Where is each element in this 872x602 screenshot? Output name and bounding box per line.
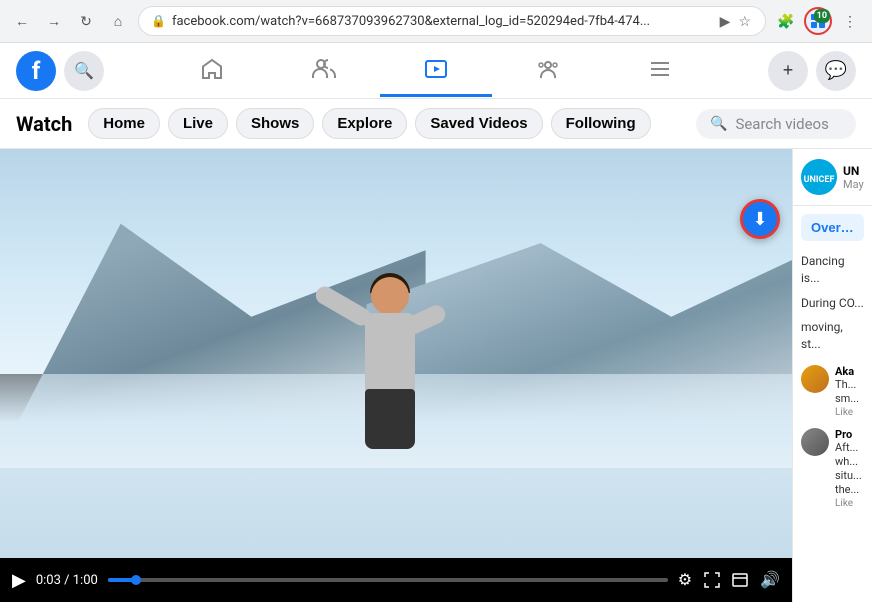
messenger-button[interactable]: 💬 xyxy=(816,51,856,91)
commenter-name-1: Aka xyxy=(835,365,864,378)
facebook-nav-right: + 💬 xyxy=(768,51,856,91)
channel-info: UN May xyxy=(843,164,864,191)
settings-button[interactable]: ⚙ xyxy=(678,570,692,590)
child-figure xyxy=(330,277,450,497)
watch-nav-icon xyxy=(424,57,448,81)
theater-icon xyxy=(732,573,748,587)
time-separator: / xyxy=(64,573,73,588)
commenter-avatar-1 xyxy=(801,365,829,393)
address-actions: ▶ ☆ xyxy=(718,11,753,32)
watch-explore-button[interactable]: Explore xyxy=(322,108,407,139)
home-nav-icon xyxy=(200,57,224,81)
facebook-navbar: f 🔍 xyxy=(0,43,872,99)
fullscreen-icon xyxy=(704,572,720,588)
comment-item-2: Pro Aft... wh... situ... the... Like xyxy=(801,428,864,509)
commenter-avatar-2 xyxy=(801,428,829,456)
comment-like-1[interactable]: Like xyxy=(835,407,864,418)
download-overlay-button[interactable]: ⬇ xyxy=(740,199,780,239)
progress-fill xyxy=(108,578,136,582)
nav-friends-button[interactable] xyxy=(268,45,380,97)
facebook-logo[interactable]: f xyxy=(16,51,56,91)
bookmark-button[interactable]: ☆ xyxy=(736,11,753,32)
watch-saved-videos-button[interactable]: Saved Videos xyxy=(415,108,542,139)
browser-extension-actions: 🧩 10 ⋮ xyxy=(772,7,864,35)
nav-groups-button[interactable] xyxy=(492,45,604,97)
current-time: 0:03 xyxy=(36,573,61,588)
unicef-logo: UNICEF xyxy=(801,159,837,195)
menu-nav-icon xyxy=(648,57,672,81)
description-text-1: Dancing is... xyxy=(793,249,872,291)
watch-search-bar[interactable]: 🔍 Search videos xyxy=(696,109,856,139)
time-display: 0:03 / 1:00 xyxy=(36,573,98,588)
pin-extension-button[interactable]: ▶ xyxy=(718,11,733,32)
watch-search-text: Search videos xyxy=(735,115,828,133)
comment-item: Aka Th... sm... Like xyxy=(801,365,864,418)
watch-search-icon: 🔍 xyxy=(710,116,727,132)
comment-content-2: Pro Aft... wh... situ... the... Like xyxy=(835,428,864,509)
channel-date: May xyxy=(843,178,864,191)
browser-nav-buttons: ← → ↻ ⌂ xyxy=(8,7,132,35)
watch-home-button[interactable]: Home xyxy=(88,108,160,139)
volume-button[interactable]: 🔊 xyxy=(760,570,780,590)
child-legs xyxy=(365,389,415,449)
browser-toolbar: ← → ↻ ⌂ 🔒 facebook.com/watch?v=668737093… xyxy=(0,0,872,42)
watch-live-button[interactable]: Live xyxy=(168,108,228,139)
back-button[interactable]: ← xyxy=(8,7,36,35)
right-sidebar: UNICEF UN May Overview Dancing is... Dur… xyxy=(792,149,872,602)
video-container[interactable]: ⬇ xyxy=(0,149,792,558)
watch-header: Watch Home Live Shows Explore Saved Vide… xyxy=(0,99,872,149)
commenter-name-2: Pro xyxy=(835,428,864,441)
comment-content-1: Aka Th... sm... Like xyxy=(835,365,864,418)
friends-nav-icon xyxy=(312,57,336,81)
description-text-3: moving, st... xyxy=(793,315,872,357)
nav-menu-button[interactable] xyxy=(604,45,716,97)
nav-watch-button[interactable] xyxy=(380,45,492,97)
refresh-button[interactable]: ↻ xyxy=(72,7,100,35)
comment-text-1: Th... sm... xyxy=(835,378,864,407)
add-button[interactable]: + xyxy=(768,51,808,91)
address-bar[interactable]: 🔒 facebook.com/watch?v=668737093962730&e… xyxy=(138,6,766,36)
main-content: ⬇ ▶ 0:03 / 1:00 ⚙ xyxy=(0,149,872,602)
overview-button[interactable]: Overview xyxy=(801,214,864,241)
download-icon: ⬇ xyxy=(752,209,767,230)
home-browser-button[interactable]: ⌂ xyxy=(104,7,132,35)
lock-icon: 🔒 xyxy=(151,14,166,28)
child-head xyxy=(371,277,409,315)
more-browser-button[interactable]: ⋮ xyxy=(836,7,864,35)
comments-section: Aka Th... sm... Like Pro Aft... wh... si… xyxy=(793,357,872,602)
comment-like-2[interactable]: Like xyxy=(835,498,864,509)
highlighted-extension-button[interactable]: 10 xyxy=(804,7,832,35)
video-area: ⬇ ▶ 0:03 / 1:00 ⚙ xyxy=(0,149,792,602)
facebook-search-button[interactable]: 🔍 xyxy=(64,51,104,91)
extension-badge-count: 10 xyxy=(814,9,830,23)
nav-home-button[interactable] xyxy=(156,45,268,97)
video-scene xyxy=(0,149,792,558)
sidebar-channel: UNICEF UN May xyxy=(793,149,872,206)
comment-text-2: Aft... wh... situ... the... xyxy=(835,441,864,498)
browser-chrome: ← → ↻ ⌂ 🔒 facebook.com/watch?v=668737093… xyxy=(0,0,872,43)
fullscreen-button[interactable] xyxy=(704,572,720,588)
duration: 1:00 xyxy=(73,573,98,588)
channel-name: UN xyxy=(843,164,864,178)
groups-nav-icon xyxy=(536,57,560,81)
progress-thumb xyxy=(131,575,141,585)
facebook-nav-icons xyxy=(104,45,768,97)
video-controls: ▶ 0:03 / 1:00 ⚙ xyxy=(0,558,792,602)
svg-text:UNICEF: UNICEF xyxy=(804,175,835,185)
description-text-2: During CO... xyxy=(793,291,872,316)
watch-following-button[interactable]: Following xyxy=(551,108,651,139)
forward-button[interactable]: → xyxy=(40,7,68,35)
theater-mode-button[interactable] xyxy=(732,573,748,587)
extensions-button[interactable]: 🧩 xyxy=(772,7,800,35)
watch-shows-button[interactable]: Shows xyxy=(236,108,314,139)
play-button[interactable]: ▶ xyxy=(12,570,26,591)
watch-title: Watch xyxy=(16,112,72,136)
progress-bar[interactable] xyxy=(108,578,668,582)
channel-avatar: UNICEF xyxy=(801,159,837,195)
url-text: facebook.com/watch?v=668737093962730&ext… xyxy=(172,14,712,29)
video-control-icons: ⚙ 🔊 xyxy=(678,570,780,590)
